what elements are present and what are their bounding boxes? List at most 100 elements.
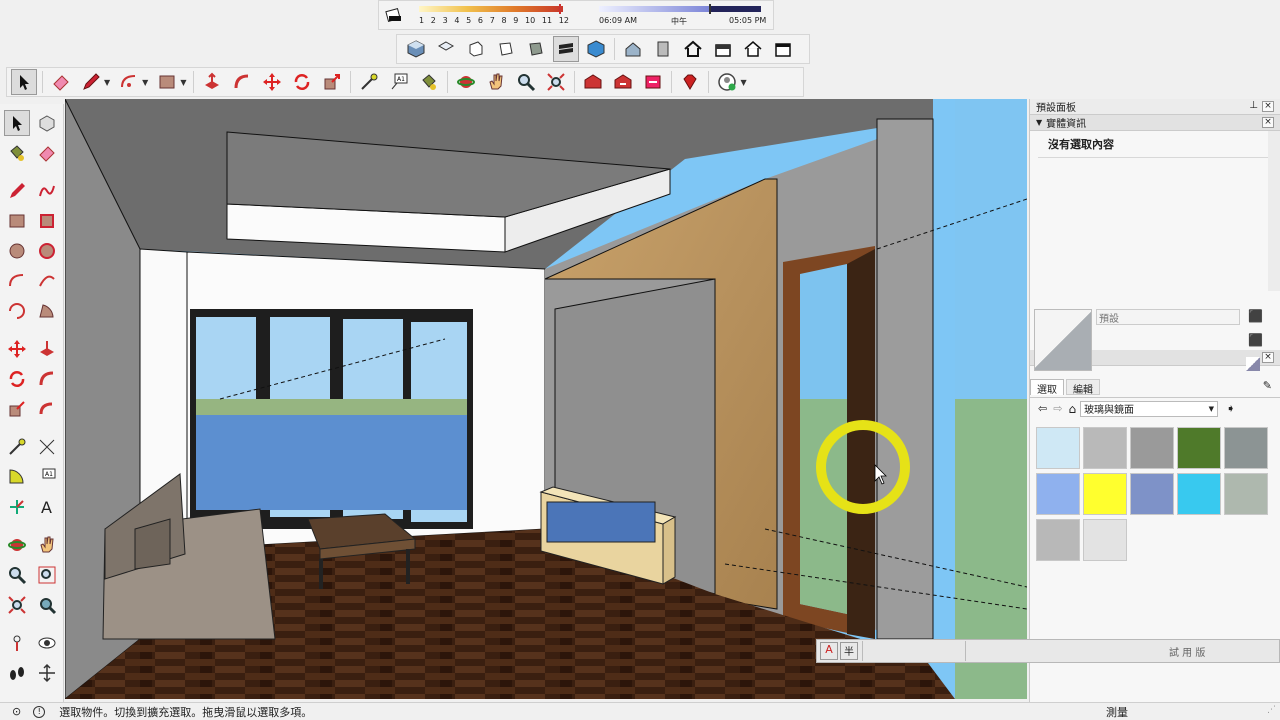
- details-arrow-icon[interactable]: ➧: [1226, 402, 1235, 415]
- material-swatch[interactable]: [1036, 473, 1080, 515]
- materials-close-icon[interactable]: ×: [1262, 352, 1274, 363]
- rectangle-dropdown-icon[interactable]: ▼: [180, 78, 186, 87]
- eyedropper-icon[interactable]: ✎: [1263, 379, 1272, 395]
- material-swatch[interactable]: [1177, 427, 1221, 469]
- xray-style-icon[interactable]: [583, 36, 609, 62]
- home-icon[interactable]: ⌂: [1068, 402, 1076, 416]
- right-view-icon[interactable]: [493, 36, 519, 62]
- month-slider[interactable]: 1 2 3 4 5 6 7 8 9 10 11 12: [419, 4, 569, 28]
- home-icon[interactable]: [680, 36, 706, 62]
- time-slider[interactable]: 06:09 AM 中午 05:05 PM: [599, 4, 769, 28]
- share-model-icon[interactable]: [610, 69, 636, 95]
- pencil-dropdown-icon[interactable]: ▼: [104, 78, 110, 87]
- text-tool-icon[interactable]: A1: [34, 464, 60, 490]
- garage-icon[interactable]: [770, 36, 796, 62]
- section-plane-icon[interactable]: [34, 660, 60, 686]
- back-arrow-icon[interactable]: ⇦: [1038, 402, 1047, 415]
- select-tool-icon[interactable]: [4, 110, 30, 136]
- rectangle-tool-icon[interactable]: [154, 69, 180, 95]
- house-icon[interactable]: [620, 36, 646, 62]
- shadow-toggle-icon[interactable]: [381, 2, 407, 28]
- offset-tool-icon[interactable]: [34, 396, 60, 422]
- select-tool-icon[interactable]: [11, 69, 37, 95]
- ruby-gem-icon[interactable]: [677, 69, 703, 95]
- tab-edit[interactable]: 編輯: [1066, 379, 1100, 396]
- outline-house-icon[interactable]: [740, 36, 766, 62]
- material-swatch[interactable]: [1224, 473, 1268, 515]
- front-view-icon[interactable]: [463, 36, 489, 62]
- pushpull-tool-icon[interactable]: [199, 69, 225, 95]
- look-around-icon[interactable]: [34, 630, 60, 656]
- back-view-icon[interactable]: [523, 36, 549, 62]
- geo-location-icon[interactable]: ⊙: [12, 705, 21, 718]
- text-tool-icon[interactable]: A1: [386, 69, 412, 95]
- line-tool-icon[interactable]: [4, 178, 30, 204]
- rotate-tool-icon[interactable]: [4, 366, 30, 392]
- position-camera-icon[interactable]: [4, 630, 30, 656]
- arc-tool-icon[interactable]: [116, 69, 142, 95]
- polygon-tool-icon[interactable]: [34, 238, 60, 264]
- material-3d-icon[interactable]: ⬛: [1248, 333, 1263, 347]
- extension-warehouse-icon[interactable]: [640, 69, 666, 95]
- eraser-tool-icon[interactable]: [34, 140, 60, 166]
- resize-grip-icon[interactable]: ⋰: [1267, 705, 1276, 715]
- info-icon[interactable]: !: [33, 705, 46, 718]
- material-name-field[interactable]: [1096, 309, 1240, 325]
- protractor-icon[interactable]: [4, 464, 30, 490]
- left-view-icon[interactable]: [553, 36, 579, 62]
- vcb-field-2[interactable]: [964, 641, 1169, 661]
- walk-tool-icon[interactable]: [4, 660, 30, 686]
- tape-measure-icon[interactable]: [356, 69, 382, 95]
- tape-measure-icon[interactable]: [4, 434, 30, 460]
- tray-close-icon[interactable]: ×: [1262, 101, 1274, 112]
- user-account-icon[interactable]: [714, 69, 740, 95]
- move-tool-icon[interactable]: [4, 336, 30, 362]
- arc-tool-icon[interactable]: [4, 268, 30, 294]
- warehouse-icon[interactable]: [580, 69, 606, 95]
- pin-icon[interactable]: ⊥: [1249, 100, 1258, 111]
- paint-bucket-icon[interactable]: [4, 140, 30, 166]
- eraser-tool-icon[interactable]: [48, 69, 74, 95]
- scale-tool-icon[interactable]: [319, 69, 345, 95]
- entity-info-close-icon[interactable]: ×: [1262, 117, 1274, 128]
- vcb-field-1[interactable]: [862, 641, 965, 661]
- orbit-tool-icon[interactable]: [453, 69, 479, 95]
- rectangle-tool-icon[interactable]: [4, 208, 30, 234]
- zoom-tool-icon[interactable]: [513, 69, 539, 95]
- pie-tool-icon[interactable]: [34, 298, 60, 324]
- section-house-icon[interactable]: [710, 36, 736, 62]
- zoom-tool-icon[interactable]: [4, 562, 30, 588]
- create-material-icon[interactable]: ⬛: [1248, 309, 1263, 323]
- pan-tool-icon[interactable]: [34, 532, 60, 558]
- text-style-icon[interactable]: A: [820, 642, 838, 660]
- ime-half-icon[interactable]: 半: [840, 642, 858, 660]
- sample-paint-icon[interactable]: [1246, 357, 1260, 371]
- material-swatch[interactable]: [1036, 519, 1080, 561]
- material-swatch[interactable]: [1224, 427, 1268, 469]
- user-dropdown-icon[interactable]: ▼: [740, 78, 746, 87]
- forward-arrow-icon[interactable]: ⇨: [1053, 402, 1062, 415]
- pencil-tool-icon[interactable]: [78, 69, 104, 95]
- followme-tool-icon[interactable]: [229, 69, 255, 95]
- orbit-tool-icon[interactable]: [4, 532, 30, 558]
- entity-info-header[interactable]: ▼ 實體資訊 ×: [1030, 115, 1280, 131]
- material-swatch[interactable]: [1130, 427, 1174, 469]
- top-view-icon[interactable]: [433, 36, 459, 62]
- door-icon[interactable]: [650, 36, 676, 62]
- zoom-extents-icon[interactable]: [4, 592, 30, 618]
- iso-view-icon[interactable]: [403, 36, 429, 62]
- material-swatch[interactable]: [1083, 473, 1127, 515]
- freehand-tool-icon[interactable]: [34, 178, 60, 204]
- paint-bucket-icon[interactable]: [416, 69, 442, 95]
- move-tool-icon[interactable]: [259, 69, 285, 95]
- arc-dropdown-icon[interactable]: ▼: [142, 78, 148, 87]
- rotated-rect-tool-icon[interactable]: [34, 208, 60, 234]
- scale-tool-icon[interactable]: [4, 396, 30, 422]
- rotate-tool-icon[interactable]: [289, 69, 315, 95]
- 3d-text-icon[interactable]: A: [34, 494, 60, 520]
- axes-tool-icon[interactable]: [4, 494, 30, 520]
- material-swatch[interactable]: [1083, 519, 1127, 561]
- scrollbar-track[interactable]: [1268, 131, 1280, 291]
- model-viewport[interactable]: [65, 99, 1027, 699]
- circle-tool-icon[interactable]: [4, 238, 30, 264]
